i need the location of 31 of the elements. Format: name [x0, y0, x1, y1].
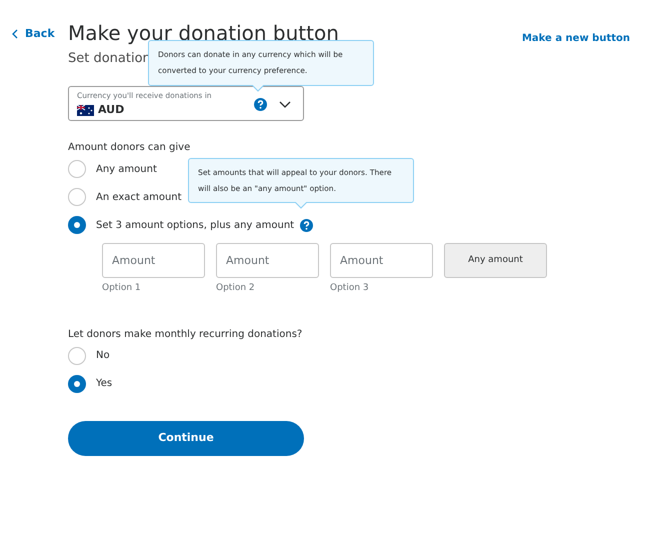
radio-label: Set 3 amount options, plus any amount: [96, 218, 294, 232]
radio-button[interactable]: [68, 160, 86, 178]
tooltip-pointer-icon: [295, 202, 307, 209]
tooltip-pointer-icon: [252, 85, 264, 92]
field-value: AUD: [98, 103, 124, 117]
field-caption: Option 2: [216, 282, 256, 295]
section-label: Let donors make monthly recurring donations?: [68, 328, 304, 342]
new-button-link[interactable]: Make a new button: [522, 31, 630, 46]
amount-field[interactable]: Amount: [330, 243, 433, 278]
help-icon[interactable]: [254, 98, 267, 111]
radio-label: An exact amount: [96, 190, 182, 204]
radio-label: Yes: [96, 377, 112, 391]
any-amount-button[interactable]: Any amount: [444, 243, 547, 278]
chevron-down-icon: [279, 101, 291, 108]
field-caption: Option 3: [330, 282, 370, 295]
chevron-left-icon: [12, 29, 18, 40]
page-subtitle: Set donation: [68, 50, 151, 68]
radio-label: No: [96, 349, 110, 363]
flag-icon: [77, 104, 94, 116]
field-caption: Option 1: [102, 282, 142, 295]
radio-button[interactable]: [68, 374, 86, 392]
amount-field[interactable]: Amount: [102, 243, 205, 278]
section-label: Amount donors can give: [68, 141, 192, 155]
radio-button[interactable]: [68, 188, 86, 206]
help-icon[interactable]: [300, 218, 314, 232]
radio-button[interactable]: [68, 346, 86, 364]
back-link[interactable]: Back: [12, 26, 55, 42]
continue-button[interactable]: Continue: [68, 420, 304, 456]
radio-button[interactable]: [68, 216, 86, 234]
amount-field[interactable]: Amount: [216, 243, 319, 278]
radio-label: Any amount: [96, 162, 157, 176]
